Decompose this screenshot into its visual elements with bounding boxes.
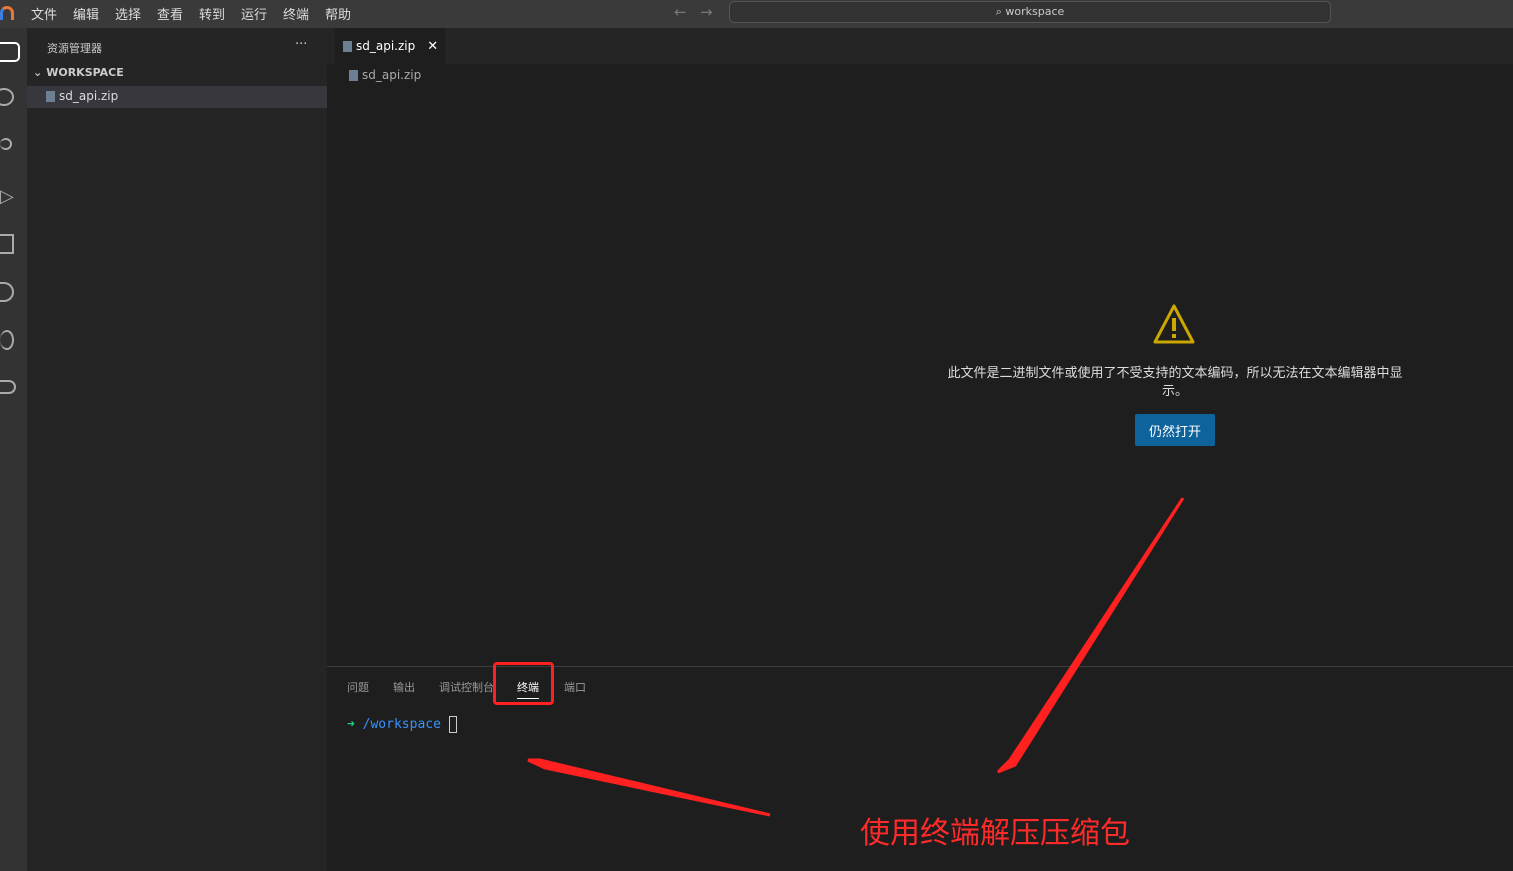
prompt-arrow: ➜ [347, 717, 355, 732]
tab-label: sd_api.zip [356, 39, 416, 53]
highlight-box [493, 662, 554, 705]
menu-terminal[interactable]: 终端 [283, 4, 309, 23]
source-control-icon[interactable] [0, 138, 12, 150]
rocket-icon[interactable] [0, 282, 14, 302]
annotation-text: 使用终端解压压缩包 [860, 816, 1130, 851]
editor-tab-bar [327, 28, 1513, 64]
menu-selection[interactable]: 选择 [115, 4, 141, 23]
command-center-search[interactable]: ⌕ workspace [729, 1, 1331, 23]
terminal-cursor [448, 716, 457, 733]
terminal-cwd: /workspace [362, 717, 441, 732]
workspace-section-header[interactable]: ⌄ WORKSPACE [27, 66, 327, 84]
forward-arrow-icon[interactable]: → [700, 3, 713, 21]
tab-ports[interactable]: 端口 [564, 679, 586, 695]
app-logo-icon [0, 6, 14, 20]
menu-run[interactable]: 运行 [241, 4, 267, 23]
tab-sd-api-zip[interactable]: sd_api.zip ✕ [335, 28, 445, 64]
menu-go[interactable]: 转到 [199, 4, 225, 23]
file-item[interactable]: sd_api.zip [27, 86, 327, 108]
search-label: workspace [1005, 5, 1065, 18]
file-icon [349, 70, 358, 81]
explorer-sidebar: 资源管理器 ··· ⌄ WORKSPACE sd_api.zip [27, 28, 327, 871]
menu-edit[interactable]: 编辑 [73, 4, 99, 23]
run-debug-icon[interactable]: ▷ [0, 186, 14, 207]
menu-file[interactable]: 文件 [31, 4, 57, 23]
title-bar: 文件 编辑 选择 查看 转到 运行 终端 帮助 ← → ⌕ workspace [0, 0, 1513, 28]
chevron-down-icon: ⌄ [33, 66, 43, 79]
more-actions-button[interactable]: ··· [295, 37, 307, 52]
search-view-icon[interactable] [0, 88, 14, 106]
file-icon [343, 41, 352, 52]
tab-output[interactable]: 输出 [393, 679, 415, 695]
menu-view[interactable]: 查看 [157, 4, 183, 23]
search-icon: ⌕ [995, 5, 1006, 18]
tab-problems[interactable]: 问题 [347, 679, 369, 695]
breadcrumb-label: sd_api.zip [362, 68, 422, 82]
remote-icon[interactable] [0, 330, 14, 350]
explorer-icon[interactable] [0, 42, 20, 62]
tab-debug-console[interactable]: 调试控制台 [439, 679, 494, 695]
cloud-icon[interactable] [0, 380, 16, 394]
file-icon [46, 91, 55, 102]
menu-help[interactable]: 帮助 [325, 4, 351, 23]
warning-icon [1153, 304, 1195, 344]
file-name: sd_api.zip [59, 89, 119, 103]
extensions-icon[interactable] [0, 234, 14, 254]
binary-file-message: 此文件是二进制文件或使用了不受支持的文本编码，所以无法在文本编辑器中显示。 [947, 366, 1403, 399]
sidebar-title: 资源管理器 [47, 42, 102, 55]
open-anyway-button[interactable]: 仍然打开 [1135, 414, 1215, 446]
section-label: WORKSPACE [46, 66, 124, 79]
activity-bar: ▷ [0, 28, 27, 871]
close-icon[interactable]: ✕ [427, 39, 438, 54]
back-arrow-icon[interactable]: ← [674, 3, 687, 21]
terminal-prompt[interactable]: ➜ /workspace [347, 716, 457, 733]
breadcrumb[interactable]: sd_api.zip [349, 68, 421, 82]
